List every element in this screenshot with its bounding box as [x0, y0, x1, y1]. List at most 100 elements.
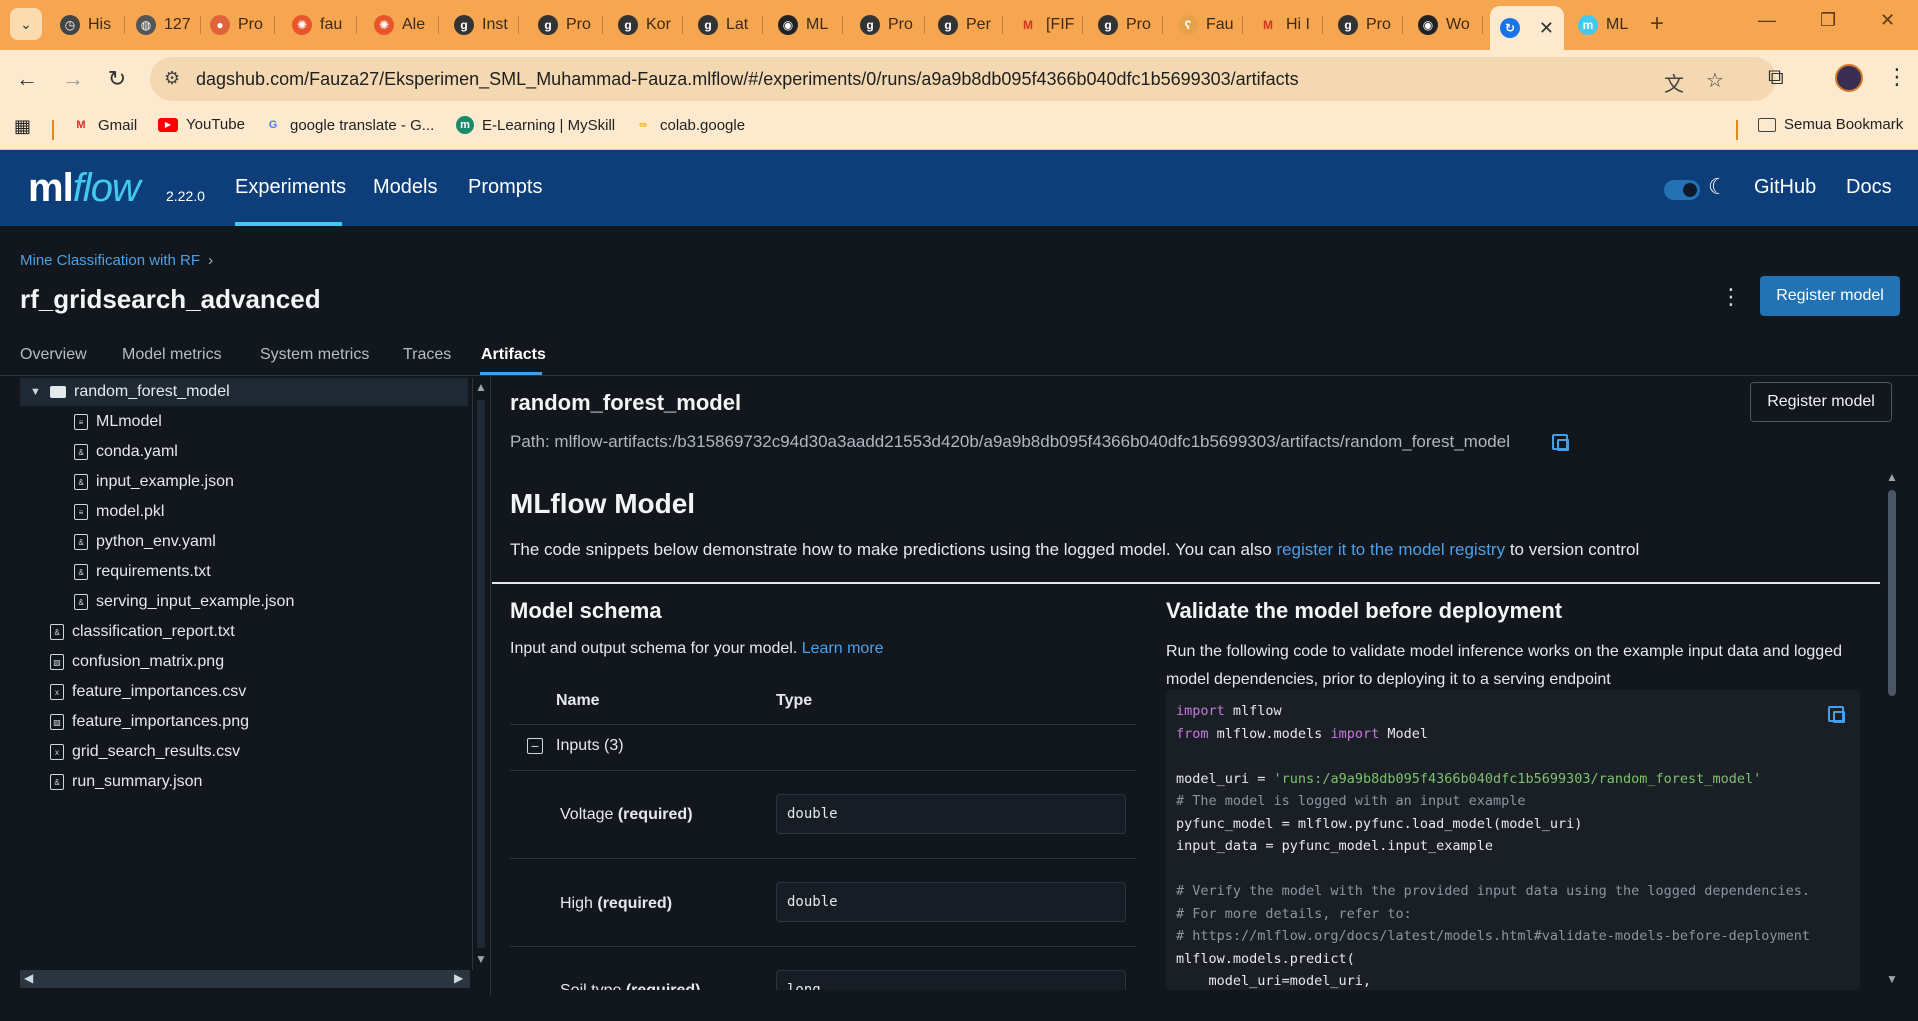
profile-avatar[interactable]	[1835, 64, 1863, 92]
browser-tab[interactable]: ✺ Ale	[364, 8, 436, 42]
run-actions-menu-icon[interactable]: ⋮	[1720, 284, 1742, 310]
apps-icon[interactable]: ▦	[14, 116, 31, 137]
kebab-menu-icon[interactable]: ⋮	[1886, 64, 1908, 90]
browser-tab[interactable]: ◉ ML	[768, 8, 840, 42]
breadcrumb: Mine Classification with RF ›	[20, 252, 213, 269]
browser-tab[interactable]: M Hi I	[1248, 8, 1320, 42]
site-info-icon[interactable]: ⚙	[164, 68, 180, 89]
loading-icon: ↻	[1500, 18, 1520, 38]
browser-tab-active[interactable]: ↻ ✕	[1490, 6, 1564, 50]
github-link[interactable]: GitHub	[1754, 176, 1816, 199]
tree-horizontal-scrollbar[interactable]: ◀ ▶	[20, 970, 470, 988]
star-icon[interactable]: ☆	[1706, 68, 1724, 93]
browser-tab[interactable]: g Per	[928, 8, 1000, 42]
scroll-down-icon[interactable]: ▼	[1886, 972, 1898, 986]
tree-file-item[interactable]: ▨ feature_importances.png	[50, 708, 249, 736]
tree-file-item[interactable]: & python_env.yaml	[74, 528, 216, 556]
browser-tab[interactable]: M [FIF	[1008, 8, 1080, 42]
browser-tab[interactable]: ◍ 127	[126, 8, 198, 42]
browser-tab[interactable]: g Pro	[1328, 8, 1400, 42]
bookmark-google-translate[interactable]: G google translate - G...	[264, 116, 435, 134]
validate-title: Validate the model before deployment	[1166, 598, 1563, 623]
bookmark-colab[interactable]: ∞ colab.google	[634, 116, 745, 134]
close-icon[interactable]: ✕	[1539, 18, 1554, 39]
tree-file-item[interactable]: & requirements.txt	[74, 558, 211, 586]
browser-tab[interactable]: g Kor	[608, 8, 680, 42]
nav-prompts[interactable]: Prompts	[468, 176, 542, 199]
code-snippet[interactable]: import mlflow from mlflow.models import …	[1166, 690, 1860, 990]
artifact-register-model-button[interactable]: Register model	[1750, 382, 1892, 422]
mlflow-logo[interactable]: mlflow	[28, 166, 141, 211]
bookmark-myskill[interactable]: m E-Learning | MySkill	[456, 116, 615, 134]
bookmark-youtube[interactable]: ▶ YouTube	[158, 116, 245, 133]
tab-search-button[interactable]: ⌄	[10, 8, 42, 40]
address-bar[interactable]: ⚙ dagshub.com/Fauza27/Eksperimen_SML_Muh…	[150, 57, 1776, 101]
translate-icon[interactable]: 文	[1664, 68, 1684, 97]
scrollbar-thumb[interactable]	[477, 400, 485, 948]
browser-tab[interactable]: ◉ Wo	[1408, 8, 1480, 42]
detail-vertical-scrollbar[interactable]: ▲ ▼	[1884, 468, 1900, 990]
register-model-registry-link[interactable]: register it to the model registry	[1276, 540, 1505, 559]
tree-file-item[interactable]: ▨ confusion_matrix.png	[50, 648, 224, 676]
dark-mode-toggle[interactable]	[1664, 180, 1700, 200]
browser-tab[interactable]: g Pro	[1088, 8, 1160, 42]
tab-artifacts[interactable]: Artifacts	[481, 346, 546, 364]
browser-tab[interactable]: ◷ His	[50, 8, 122, 42]
scroll-down-icon[interactable]: ▼	[475, 952, 487, 966]
register-model-button[interactable]: Register model	[1760, 276, 1900, 316]
scrollbar-thumb[interactable]	[1888, 490, 1896, 696]
reload-button[interactable]: ↻	[102, 64, 132, 94]
scroll-right-icon[interactable]: ▶	[454, 971, 463, 985]
code-text: import mlflow from mlflow.models import …	[1176, 703, 1810, 989]
forward-button[interactable]: →	[58, 64, 88, 94]
tab-model-metrics[interactable]: Model metrics	[122, 346, 222, 364]
copy-icon[interactable]	[1552, 434, 1569, 451]
tree-file-item[interactable]: ≡ model.pkl	[74, 498, 164, 526]
scroll-up-icon[interactable]: ▲	[475, 380, 487, 394]
nav-experiments[interactable]: Experiments	[235, 176, 346, 199]
tree-file-item[interactable]: x grid_search_results.csv	[50, 738, 240, 766]
tree-file-item[interactable]: & run_summary.json	[50, 768, 202, 796]
folder-icon	[1758, 117, 1776, 132]
close-window-button[interactable]: ✕	[1880, 10, 1895, 31]
new-tab-button[interactable]: +	[1650, 10, 1664, 38]
back-button[interactable]: ←	[12, 64, 42, 94]
minimize-button[interactable]: —	[1758, 10, 1776, 31]
all-bookmarks[interactable]: Semua Bookmark	[1758, 116, 1903, 133]
tree-vertical-scrollbar[interactable]: ▲ ▼	[472, 378, 488, 970]
browser-tab[interactable]: g Lat	[688, 8, 760, 42]
browser-tab[interactable]: g Pro	[850, 8, 922, 42]
history-icon: ◷	[60, 15, 80, 35]
scroll-left-icon[interactable]: ◀	[24, 971, 33, 985]
tree-file-item[interactable]: ≡ MLmodel	[74, 408, 162, 436]
collapse-inputs-icon[interactable]: −	[527, 738, 543, 754]
tab-traces[interactable]: Traces	[403, 346, 451, 364]
nav-models[interactable]: Models	[373, 176, 437, 199]
browser-tab[interactable]: ● Pro	[200, 8, 272, 42]
browser-tab[interactable]: g Pro	[528, 8, 600, 42]
caret-down-icon[interactable]: ▼	[30, 386, 42, 398]
browser-tab[interactable]: ʕ Fau	[1168, 8, 1240, 42]
scroll-up-icon[interactable]: ▲	[1886, 470, 1898, 484]
tree-file-item[interactable]: & conda.yaml	[74, 438, 178, 466]
tab-system-metrics[interactable]: System metrics	[260, 346, 369, 364]
browser-tab[interactable]: g Inst	[444, 8, 516, 42]
browser-tab[interactable]: ✺ fau	[282, 8, 354, 42]
copy-code-icon[interactable]	[1828, 706, 1845, 723]
dagshub-icon: g	[1338, 15, 1358, 35]
breadcrumb-experiment-link[interactable]: Mine Classification with RF	[20, 252, 200, 269]
tree-file-item[interactable]: & classification_report.txt	[50, 618, 235, 646]
tree-file-item[interactable]: & input_example.json	[74, 468, 234, 496]
mlflow-model-title: MLflow Model	[510, 488, 696, 519]
tree-folder-random-forest-model[interactable]: ▼ random_forest_model	[20, 378, 468, 406]
tree-file-item[interactable]: x feature_importances.csv	[50, 678, 246, 706]
maximize-button[interactable]: ❐	[1820, 10, 1836, 31]
bookmark-gmail[interactable]: M Gmail	[72, 116, 137, 134]
tab-overview[interactable]: Overview	[20, 346, 87, 364]
learn-more-link[interactable]: Learn more	[802, 640, 884, 657]
browser-tab[interactable]: m ML	[1568, 8, 1638, 42]
docs-link[interactable]: Docs	[1846, 176, 1892, 199]
tree-file-item[interactable]: & serving_input_example.json	[74, 588, 294, 616]
inputs-group-label[interactable]: Inputs (3)	[556, 737, 624, 755]
extensions-icon[interactable]: ⧉	[1768, 64, 1784, 90]
